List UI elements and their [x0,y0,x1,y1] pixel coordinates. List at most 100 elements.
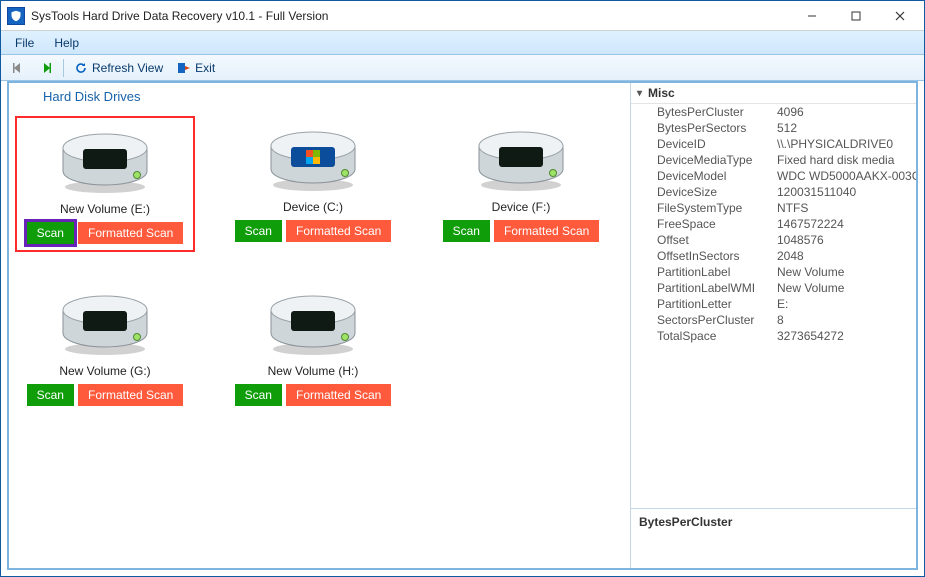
formatted-scan-button[interactable]: Formatted Scan [78,384,183,406]
formatted-scan-button[interactable]: Formatted Scan [286,220,391,242]
property-key: DeviceModel [657,169,777,183]
property-key: Offset [657,233,777,247]
property-key: DeviceSize [657,185,777,199]
exit-icon [177,61,191,75]
drive-icon [263,286,363,358]
property-row[interactable]: FileSystemTypeNTFS [631,200,916,216]
close-button[interactable] [878,2,922,30]
property-value: 1048576 [777,233,916,247]
formatted-scan-button[interactable]: Formatted Scan [78,222,183,244]
properties-status: BytesPerCluster [631,508,916,568]
properties-header-label: Misc [648,86,675,100]
properties-status-body [639,529,908,547]
property-key: PartitionLetter [657,297,777,311]
property-key: DeviceMediaType [657,153,777,167]
property-value: 3273654272 [777,329,916,343]
property-key: DeviceID [657,137,777,151]
toolbar-separator [63,59,64,77]
drive-label: New Volume (E:) [60,202,150,216]
property-row[interactable]: PartitionLabelNew Volume [631,264,916,280]
property-value: 4096 [777,105,916,119]
property-value: 2048 [777,249,916,263]
property-key: BytesPerCluster [657,105,777,119]
property-value: New Volume [777,281,916,295]
nav-forward-icon [39,61,53,75]
properties-status-label: BytesPerCluster [639,515,908,529]
scan-button[interactable]: Scan [443,220,490,242]
property-row[interactable]: TotalSpace3273654272 [631,328,916,344]
refresh-button[interactable]: Refresh View [68,59,169,77]
property-key: OffsetInSectors [657,249,777,263]
property-row[interactable]: BytesPerSectors512 [631,120,916,136]
nav-forward-button[interactable] [33,59,59,77]
property-value: WDC WD5000AAKX-003CA0 AT [777,169,916,183]
property-row[interactable]: Offset1048576 [631,232,916,248]
property-row[interactable]: PartitionLabelWMINew Volume [631,280,916,296]
chevron-down-icon: ▾ [637,88,642,99]
property-value: 512 [777,121,916,135]
scan-button[interactable]: Scan [235,220,282,242]
minimize-button[interactable] [790,2,834,30]
toolbar: Refresh View Exit [1,55,924,81]
refresh-label: Refresh View [92,61,163,75]
property-key: FileSystemType [657,201,777,215]
menu-bar: File Help [1,31,924,55]
drive-icon [263,122,363,194]
property-row[interactable]: OffsetInSectors2048 [631,248,916,264]
exit-button[interactable]: Exit [171,59,221,77]
main-panel: Hard Disk Drives New Volume (E:)ScanForm… [9,83,630,568]
property-value: 120031511040 [777,185,916,199]
menu-help[interactable]: Help [46,34,87,52]
drive-tile[interactable]: New Volume (E:) ScanFormatted Scan [15,116,195,252]
properties-header[interactable]: ▾ Misc [631,83,916,104]
scan-button[interactable]: Scan [235,384,282,406]
content-area: Hard Disk Drives New Volume (E:)ScanForm… [7,81,918,570]
property-value: New Volume [777,265,916,279]
drive-label: New Volume (G:) [59,364,150,378]
drive-label: New Volume (H:) [268,364,359,378]
drive-label: Device (C:) [283,200,343,214]
property-row[interactable]: DeviceID\\.\PHYSICALDRIVE0 [631,136,916,152]
property-key: BytesPerSectors [657,121,777,135]
property-row[interactable]: BytesPerCluster4096 [631,104,916,120]
property-row[interactable]: DeviceSize120031511040 [631,184,916,200]
property-row[interactable]: DeviceMediaTypeFixed hard disk media [631,152,916,168]
scan-button[interactable]: Scan [27,384,74,406]
drive-icon [55,124,155,196]
drive-icon [471,122,571,194]
property-row[interactable]: SectorsPerCluster8 [631,312,916,328]
window-title: SysTools Hard Drive Data Recovery v10.1 … [31,9,790,23]
formatted-scan-button[interactable]: Formatted Scan [286,384,391,406]
scan-button[interactable]: Scan [27,222,74,244]
property-row[interactable]: DeviceModelWDC WD5000AAKX-003CA0 AT [631,168,916,184]
refresh-icon [74,61,88,75]
drive-label: Device (F:) [492,200,551,214]
nav-back-button[interactable] [5,59,31,77]
property-value: 8 [777,313,916,327]
property-row[interactable]: PartitionLetterE: [631,296,916,312]
nav-back-icon [11,61,25,75]
drive-tile[interactable]: New Volume (G:) ScanFormatted Scan [15,280,195,412]
property-value: Fixed hard disk media [777,153,916,167]
drive-tile[interactable]: Device (F:)ScanFormatted Scan [431,116,611,252]
menu-file[interactable]: File [7,34,42,52]
properties-panel: ▾ Misc BytesPerCluster4096BytesPerSector… [630,83,916,568]
drives-grid: New Volume (E:)ScanFormatted ScanDevice … [9,108,630,568]
maximize-button[interactable] [834,2,878,30]
property-value: 1467572224 [777,217,916,231]
property-value: \\.\PHYSICALDRIVE0 [777,137,916,151]
formatted-scan-button[interactable]: Formatted Scan [494,220,599,242]
property-key: PartitionLabel [657,265,777,279]
properties-list: BytesPerCluster4096BytesPerSectors512Dev… [631,104,916,508]
property-key: TotalSpace [657,329,777,343]
property-key: PartitionLabelWMI [657,281,777,295]
property-key: FreeSpace [657,217,777,231]
property-value: NTFS [777,201,916,215]
drive-tile[interactable]: Device (C:)ScanFormatted Scan [223,116,403,252]
titlebar: SysTools Hard Drive Data Recovery v10.1 … [1,1,924,31]
property-value: E: [777,297,916,311]
drive-tile[interactable]: New Volume (H:) ScanFormatted Scan [223,280,403,412]
app-icon [7,7,25,25]
property-row[interactable]: FreeSpace1467572224 [631,216,916,232]
drive-icon [55,286,155,358]
